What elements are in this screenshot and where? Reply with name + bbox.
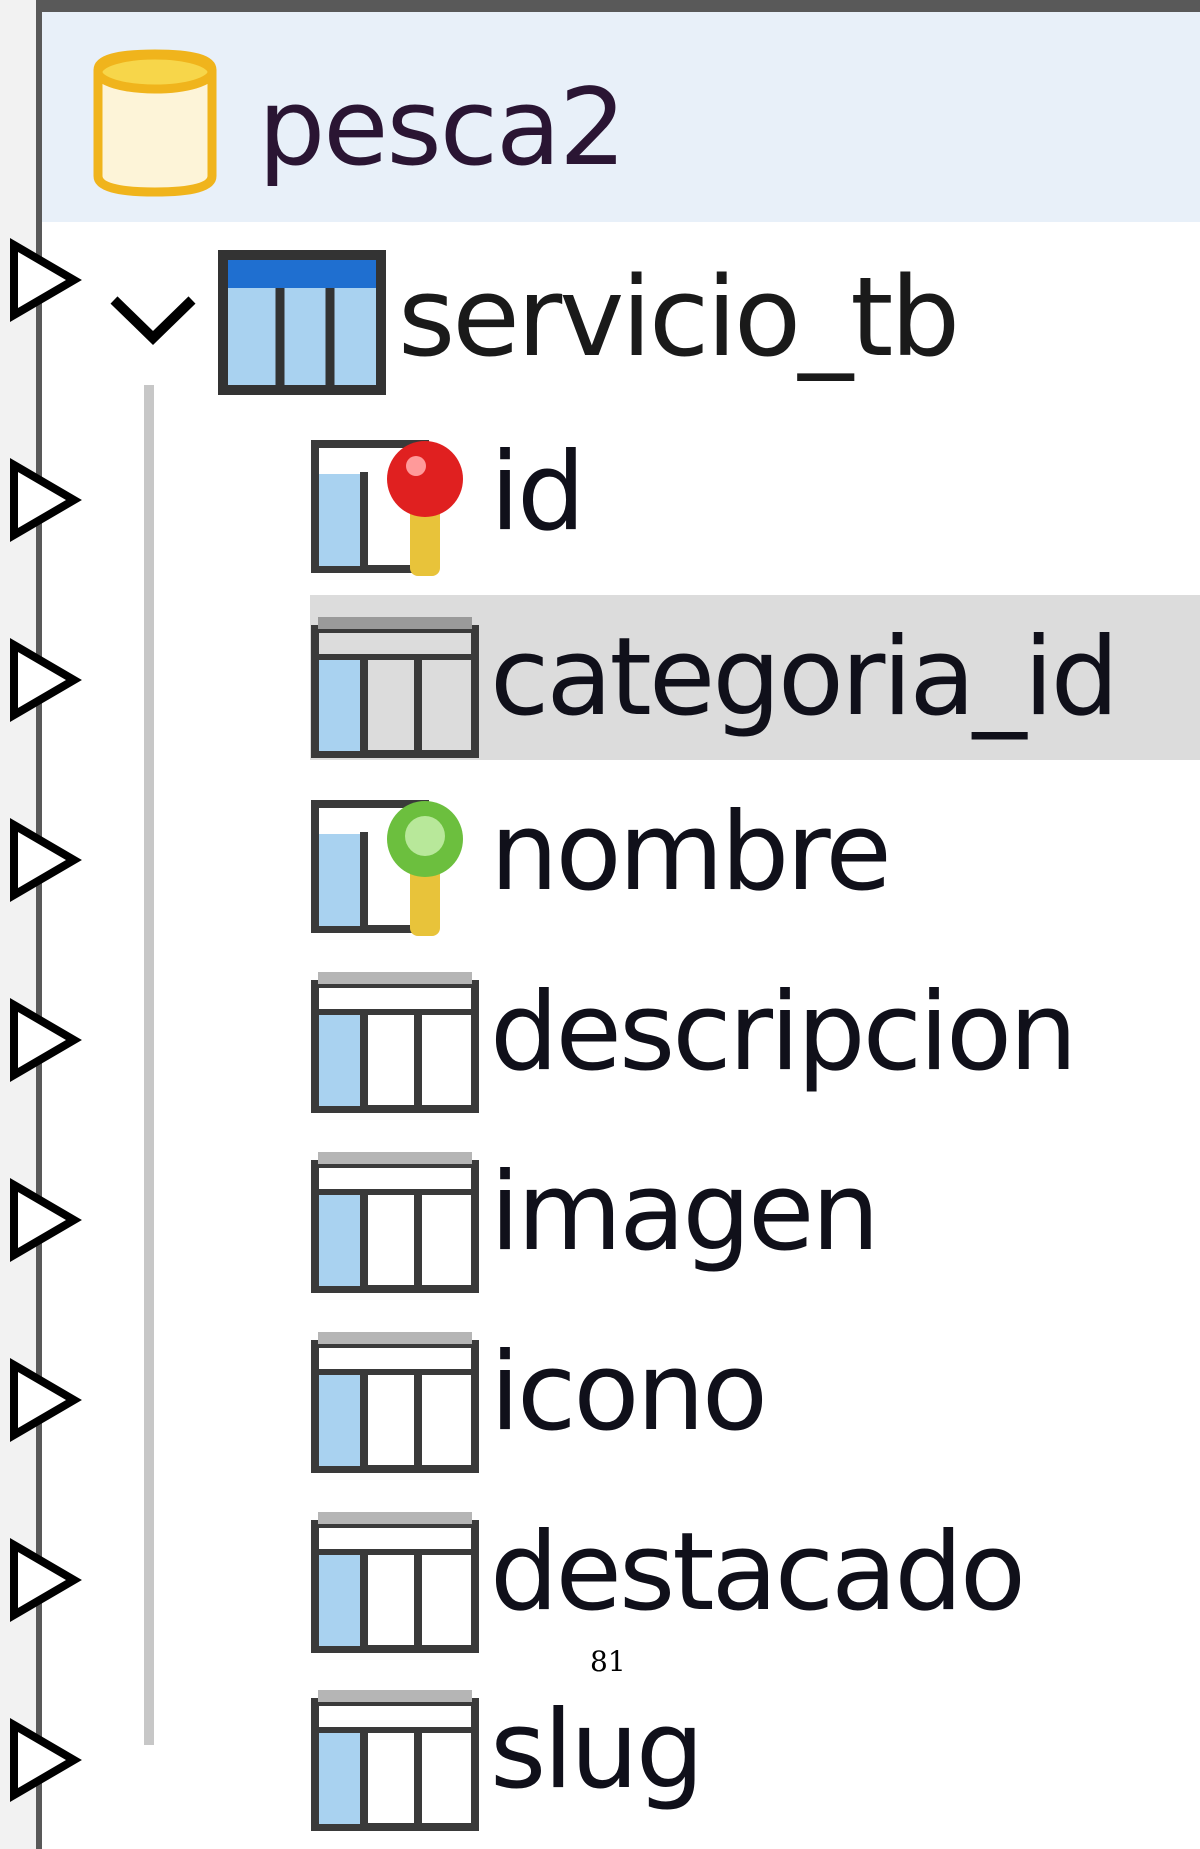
column-name: icono <box>490 1330 768 1455</box>
column-icon <box>311 1512 479 1653</box>
panel-top-border <box>36 0 1200 12</box>
column-row-imagen[interactable]: imagen <box>310 1130 1200 1295</box>
column-row-categoria-id[interactable]: categoria_id <box>310 595 1200 760</box>
column-row-destacado[interactable]: destacado <box>310 1490 1200 1655</box>
table-name: servicio_tb <box>398 253 960 381</box>
database-node[interactable]: pesca2 <box>42 12 1200 222</box>
column-icon <box>311 1152 479 1293</box>
column-name: destacado <box>490 1510 1026 1635</box>
row-marker-icon <box>10 818 82 902</box>
row-marker-icon <box>10 998 82 1082</box>
column-icon <box>311 1332 479 1473</box>
row-marker-icon <box>10 1358 82 1442</box>
column-name: nombre <box>490 790 892 915</box>
row-marker-icon <box>10 1538 82 1622</box>
chevron-down-icon[interactable] <box>108 290 198 350</box>
row-marker-icon <box>10 238 82 322</box>
unique-key-column-icon <box>311 800 463 936</box>
primary-key-column-icon <box>311 440 463 576</box>
tree-guide-line <box>144 385 154 1745</box>
column-name: slug <box>490 1688 704 1813</box>
page-number: 81 <box>590 1645 626 1678</box>
column-row-id[interactable]: id <box>310 410 1200 576</box>
column-row-icono[interactable]: icono <box>310 1310 1200 1475</box>
row-marker-icon <box>10 1718 82 1802</box>
column-name: id <box>490 430 586 555</box>
column-name: descripcion <box>490 970 1078 1095</box>
database-name: pesca2 <box>258 66 626 189</box>
column-icon <box>311 617 479 758</box>
row-marker-icon <box>10 1178 82 1262</box>
column-name: imagen <box>490 1150 880 1275</box>
row-marker-icon <box>10 638 82 722</box>
column-row-nombre[interactable]: nombre <box>310 770 1200 936</box>
column-name: categoria_id <box>490 615 1119 740</box>
table-icon <box>218 250 386 395</box>
row-marker-icon <box>10 458 82 542</box>
column-icon <box>311 972 479 1113</box>
column-icon <box>311 1690 479 1831</box>
database-icon <box>93 49 217 197</box>
column-row-descripcion[interactable]: descripcion <box>310 950 1200 1115</box>
column-row-slug[interactable]: slug <box>310 1668 1200 1833</box>
